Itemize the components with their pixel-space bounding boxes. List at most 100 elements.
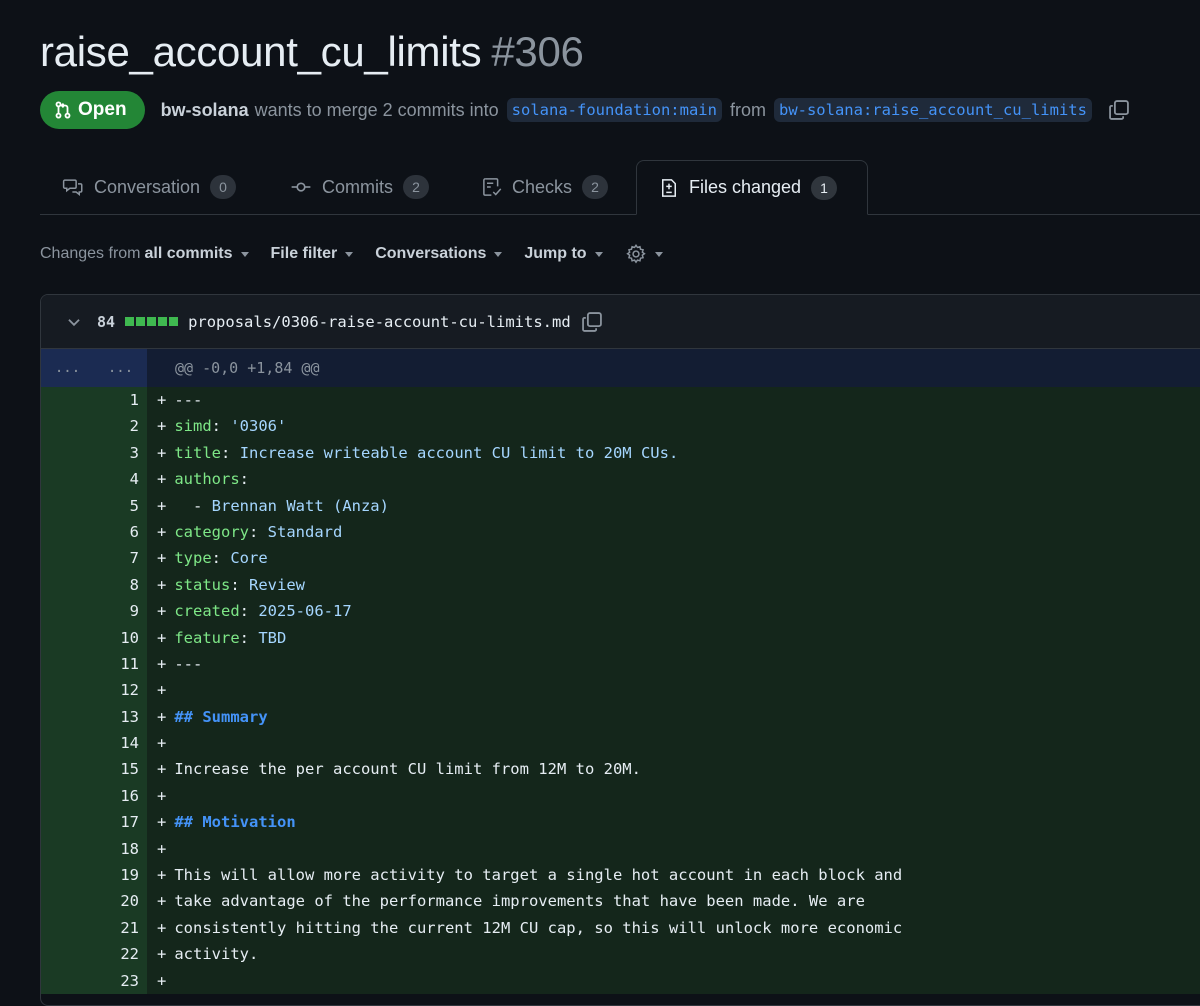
- diff-line: 14 +: [41, 730, 1200, 757]
- conversations-dropdown[interactable]: Conversations: [375, 245, 503, 263]
- old-line-number[interactable]: [41, 914, 94, 942]
- new-line-number[interactable]: 20: [94, 888, 147, 915]
- new-line-number[interactable]: 8: [94, 571, 147, 599]
- tab-checks[interactable]: Checks 2: [460, 160, 630, 214]
- old-line-number[interactable]: [41, 439, 94, 467]
- tab-files-changed[interactable]: Files changed 1: [636, 160, 868, 215]
- file-filter-dropdown[interactable]: File filter: [271, 245, 354, 263]
- old-line-number[interactable]: [41, 518, 94, 546]
- old-line-number[interactable]: [41, 413, 94, 440]
- base-branch[interactable]: solana-foundation:main: [506, 98, 722, 122]
- old-line-number[interactable]: [41, 862, 94, 889]
- diff-settings-dropdown[interactable]: [625, 243, 663, 265]
- code-line: + ---: [147, 387, 1200, 414]
- code-line: +: [147, 677, 1200, 704]
- new-line-number[interactable]: 14: [94, 730, 147, 757]
- diff-line: 19 + This will allow more activity to targ…: [41, 862, 1200, 889]
- new-line-number[interactable]: 9: [94, 598, 147, 625]
- from-text: from: [729, 99, 766, 120]
- tab-count: 2: [582, 175, 609, 199]
- caret-down-icon: [345, 251, 354, 257]
- new-line-number[interactable]: 6: [94, 518, 147, 546]
- new-line-number[interactable]: 18: [94, 835, 147, 863]
- new-line-number[interactable]: 15: [94, 756, 147, 783]
- addition-marker: +: [157, 760, 167, 779]
- code-line: + activity.: [147, 941, 1200, 968]
- code-token: ---: [174, 391, 203, 409]
- code-token: TBD: [258, 628, 287, 647]
- new-line-number[interactable]: 23: [94, 967, 147, 994]
- code-line: + authors:: [147, 466, 1200, 493]
- new-line-number[interactable]: 1: [94, 387, 147, 414]
- status-badge: Open: [40, 91, 145, 129]
- old-line-number[interactable]: [41, 782, 94, 810]
- code-token: category: [174, 522, 249, 541]
- old-line-number[interactable]: [41, 677, 94, 704]
- jump-to-dropdown[interactable]: Jump to: [524, 245, 603, 263]
- copy-path-icon[interactable]: [581, 311, 603, 333]
- tab-commits[interactable]: Commits 2: [268, 160, 451, 214]
- old-line-number[interactable]: [41, 730, 94, 757]
- new-line-number[interactable]: 22: [94, 941, 147, 968]
- changes-from-label: Changes from: [40, 245, 141, 262]
- new-line-number[interactable]: 21: [94, 914, 147, 942]
- author-link[interactable]: bw-solana: [161, 100, 249, 121]
- expand-hunk-button[interactable]: ... ...: [41, 349, 147, 387]
- old-line-number[interactable]: [41, 598, 94, 625]
- copy-icon[interactable]: [1108, 99, 1130, 121]
- old-line-number[interactable]: [41, 967, 94, 994]
- new-line-number[interactable]: 11: [94, 650, 147, 678]
- new-line-number[interactable]: 5: [94, 492, 147, 519]
- changes-from-value: all commits: [144, 245, 233, 262]
- old-line-number[interactable]: [41, 571, 94, 599]
- diff-line: 18 +: [41, 835, 1200, 863]
- code-token: Brennan Watt (Anza): [211, 496, 389, 515]
- new-line-number[interactable]: 19: [94, 862, 147, 889]
- diff-line: 12 +: [41, 677, 1200, 704]
- old-line-number[interactable]: [41, 466, 94, 493]
- code-line: +: [147, 967, 1200, 994]
- file-diff-icon: [659, 177, 679, 199]
- new-line-number[interactable]: 7: [94, 545, 147, 572]
- head-branch[interactable]: bw-solana:raise_account_cu_limits: [773, 98, 1092, 122]
- hunk-header-row: ... ... @@ -0,0 +1,84 @@: [41, 349, 1200, 387]
- new-line-number[interactable]: 17: [94, 809, 147, 836]
- old-line-number[interactable]: [41, 387, 94, 414]
- gear-icon: [625, 243, 647, 265]
- new-line-number[interactable]: 10: [94, 624, 147, 651]
- old-line-number[interactable]: [41, 835, 94, 863]
- file-diff: 8 4 proposals/0306-raise-account-cu-limit…: [40, 294, 1200, 1006]
- old-line-number[interactable]: [41, 941, 94, 968]
- addition-marker: +: [157, 654, 167, 673]
- file-header: 84 proposals/0306-raise-account-cu-limit…: [41, 295, 1200, 349]
- new-line-number[interactable]: 16: [94, 782, 147, 810]
- code-token: -: [174, 496, 212, 515]
- new-line-number[interactable]: 4: [94, 466, 147, 493]
- old-line-number[interactable]: [41, 888, 94, 915]
- old-line-number[interactable]: [41, 756, 94, 783]
- caret-down-icon: [240, 251, 249, 257]
- new-line-number[interactable]: 2: [94, 413, 147, 440]
- old-line-number[interactable]: [41, 624, 94, 651]
- old-line-number[interactable]: [41, 650, 94, 678]
- addition-marker: +: [157, 681, 167, 700]
- chevron-down-icon[interactable]: [65, 313, 83, 331]
- old-line-number[interactable]: [41, 703, 94, 731]
- new-line-number[interactable]: 13: [94, 703, 147, 731]
- changes-from-dropdown[interactable]: Changes from all commits: [40, 245, 249, 263]
- code-token: status: [174, 575, 231, 594]
- new-line-number[interactable]: 3: [94, 439, 147, 467]
- tab-conversation[interactable]: Conversation 0: [40, 160, 258, 214]
- file-path[interactable]: proposals/0306-raise-account-cu-limits.m…: [188, 313, 571, 331]
- diff-line: 20 + take advantage of the performance imp…: [41, 888, 1200, 915]
- comment-discussion-icon: [62, 177, 84, 197]
- addition-marker: +: [157, 417, 167, 436]
- status-label: Open: [78, 99, 127, 120]
- code-token: ---: [174, 654, 203, 673]
- code-token: consistently hitting the current 12M CU …: [174, 918, 903, 937]
- old-line-number[interactable]: [41, 492, 94, 519]
- new-line-number[interactable]: 12: [94, 677, 147, 704]
- old-line-number[interactable]: [41, 545, 94, 572]
- code-token: This will allow more activity to target …: [174, 866, 903, 885]
- old-line-number[interactable]: [41, 809, 94, 836]
